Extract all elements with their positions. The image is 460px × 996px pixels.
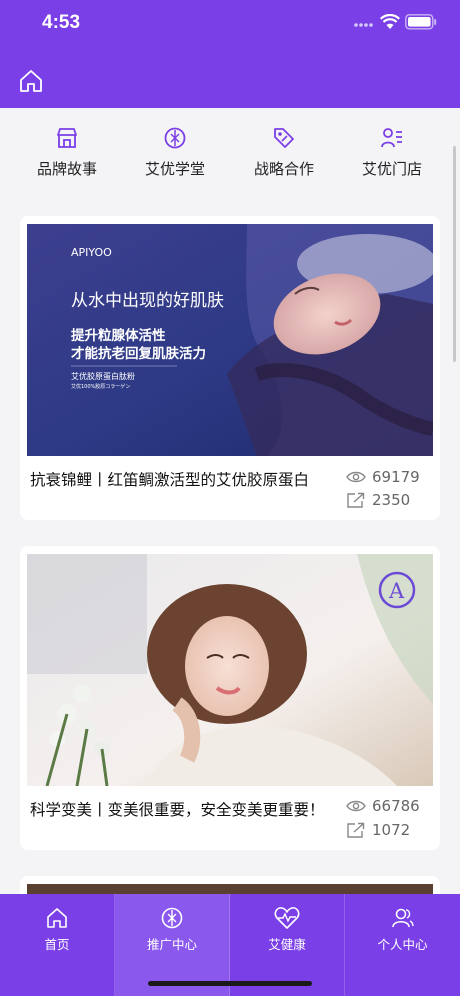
quick-label: 艾优学堂 [144, 160, 205, 178]
heart-pulse-icon [274, 907, 300, 929]
tab-label: 个人中心 [377, 937, 428, 952]
article-image: A [27, 554, 433, 786]
view-count: 69179 [346, 468, 420, 486]
eye-icon [346, 471, 366, 483]
article-title: 科学变美丨变美很重要，安全变美更重要！ [30, 801, 325, 819]
share-icon [347, 492, 365, 508]
wifi-icon [380, 14, 400, 29]
nav-bar [0, 52, 460, 108]
quick-menu: 品牌故事 艾优学堂 战略合作 艾优门店 [0, 108, 460, 200]
compass-icon [164, 127, 186, 149]
home-indicator [148, 981, 312, 986]
battery-icon [405, 14, 437, 30]
people-icon [391, 908, 414, 928]
svg-text:艾优100%胶原コラーゲン: 艾优100%胶原コラーゲン [71, 383, 130, 390]
tab-label: 推广中心 [146, 937, 197, 952]
svg-text:A: A [388, 579, 405, 603]
quick-label: 艾优门店 [361, 160, 422, 178]
scrollbar[interactable] [453, 146, 456, 362]
view-count-value: 69179 [372, 468, 420, 486]
tab-label: 首页 [44, 937, 70, 952]
quick-item-brand-story[interactable]: 品牌故事 [19, 126, 115, 186]
status-time: 4:53 [42, 12, 81, 33]
article-card[interactable]: A 科学变美丨变美很重要，安全变美更重要！ 66786 1072 [20, 546, 440, 850]
tab-profile[interactable]: 个人中心 [345, 894, 460, 996]
share-count-value: 1072 [372, 821, 411, 839]
share-icon [347, 822, 365, 838]
home-icon [47, 908, 67, 928]
share-count-value: 2350 [372, 491, 411, 509]
quick-label: 品牌故事 [36, 160, 97, 178]
tab-label: 艾健康 [268, 937, 306, 952]
svg-text:艾优胶原蛋白肽粉: 艾优胶原蛋白肽粉 [71, 371, 135, 381]
share-count: 1072 [346, 821, 410, 839]
quick-item-cooperation[interactable]: 战略合作 [236, 126, 332, 186]
svg-text:才能抗老回复肌肤活力: 才能抗老回复肌肤活力 [71, 345, 206, 362]
tab-home[interactable]: 首页 [0, 894, 115, 996]
svg-text:APIYOO: APIYOO [71, 246, 112, 259]
quick-item-academy[interactable]: 艾优学堂 [127, 126, 223, 186]
quick-item-stores[interactable]: 艾优门店 [344, 126, 440, 186]
article-title: 抗衰锦鲤丨红笛鲷激活型的艾优胶原蛋白 [30, 471, 310, 489]
home-icon[interactable] [18, 68, 44, 94]
store-icon [57, 128, 77, 148]
svg-text:从水中出现的好肌肤: 从水中出现的好肌肤 [71, 291, 224, 311]
share-count: 2350 [346, 491, 410, 509]
signal-icon [354, 23, 373, 27]
view-count: 66786 [346, 797, 420, 815]
tag-icon [274, 128, 294, 148]
compass-icon [161, 907, 183, 929]
quick-label: 战略合作 [253, 160, 314, 178]
article-card[interactable]: APIYOO 从水中出现的好肌肤 提升粒腺体活性 才能抗老回复肌肤活力 艾优胶原… [20, 216, 440, 520]
user-list-icon [381, 128, 402, 148]
view-count-value: 66786 [372, 797, 420, 815]
article-image: APIYOO 从水中出现的好肌肤 提升粒腺体活性 才能抗老回复肌肤活力 艾优胶原… [27, 224, 433, 456]
svg-text:提升粒腺体活性: 提升粒腺体活性 [71, 327, 166, 344]
status-bar: 4:53 [0, 0, 460, 52]
eye-icon [346, 800, 366, 812]
